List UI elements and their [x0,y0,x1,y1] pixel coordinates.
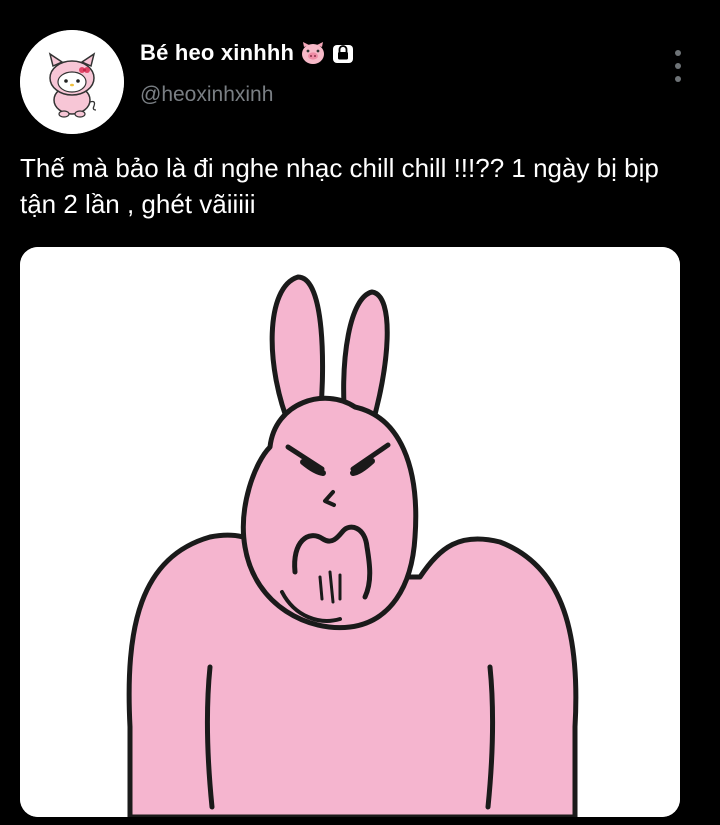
tweet-card[interactable]: Bé heo xinhhh @heoxinhxinh Thế mà bảo là… [0,0,720,825]
more-dot [675,76,681,82]
more-dot [675,63,681,69]
angry-rabbit-illustration-icon [20,247,680,817]
pig-face-icon [300,41,326,65]
name-row[interactable]: Bé heo xinhhh [140,40,354,66]
lock-icon [332,42,354,64]
tweet-text: Thế mà bảo là đi nghe nhạc chill chill !… [20,153,659,219]
display-name[interactable]: Bé heo xinhhh [140,40,294,66]
more-vertical-icon[interactable] [670,50,686,82]
avatar[interactable] [20,30,124,134]
user-handle[interactable]: @heoxinhxinh [140,83,273,107]
more-dot [675,50,681,56]
tweet-media-image[interactable] [20,247,680,817]
pig-avatar-icon [20,30,124,134]
